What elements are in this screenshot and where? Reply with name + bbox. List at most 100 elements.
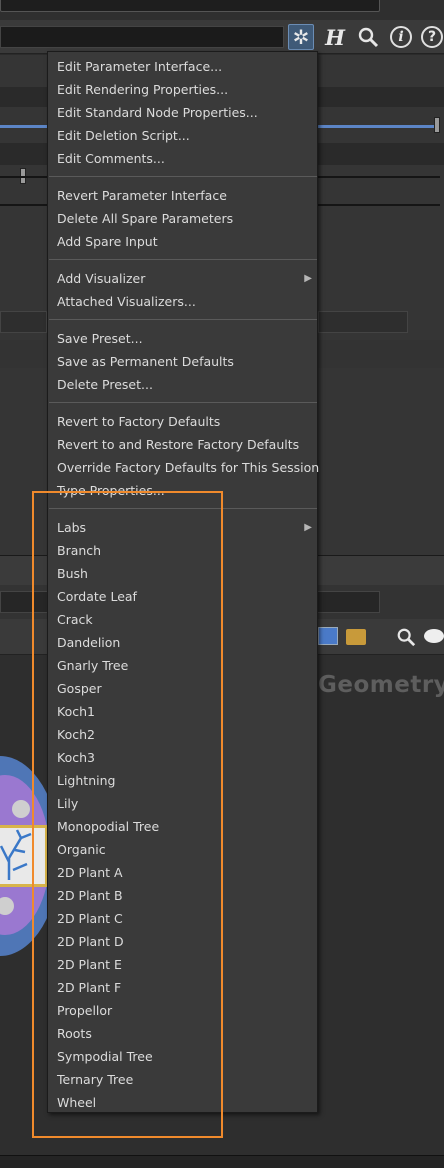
top-combo[interactable] <box>0 0 380 12</box>
menu-item-label: 2D Plant F <box>57 980 122 995</box>
menu-separator <box>49 319 317 320</box>
menu-item[interactable]: Edit Rendering Properties... <box>48 78 317 101</box>
menu-item-label: Add Visualizer <box>57 271 146 286</box>
menu-item[interactable]: Save Preset... <box>48 327 317 350</box>
preset-field[interactable] <box>0 311 47 333</box>
submenu-arrow-icon: ▶ <box>304 273 312 284</box>
submenu-arrow-icon: ▶ <box>304 522 312 533</box>
menu-item[interactable]: Attached Visualizers... <box>48 290 317 313</box>
menu-item-label: Branch <box>57 543 102 558</box>
box-icon[interactable] <box>346 629 366 645</box>
menu-item[interactable]: 2D Plant F <box>48 976 317 999</box>
menu-item[interactable]: 2D Plant B <box>48 884 317 907</box>
lsystem-node[interactable] <box>0 825 48 887</box>
menu-item[interactable]: Ternary Tree <box>48 1068 317 1091</box>
context-label: Geometry <box>318 672 444 698</box>
menu-item-label: Gnarly Tree <box>57 658 129 673</box>
menu-item[interactable]: Monopodial Tree <box>48 815 317 838</box>
menu-item[interactable]: Propellor <box>48 999 317 1022</box>
menu-item-label: Edit Deletion Script... <box>57 128 190 143</box>
menu-item-label: Edit Rendering Properties... <box>57 82 229 97</box>
menu-item[interactable]: Revert Parameter Interface <box>48 184 317 207</box>
menu-item-label: Gosper <box>57 681 102 696</box>
menu-item-label: 2D Plant A <box>57 865 123 880</box>
menu-item[interactable]: Edit Parameter Interface... <box>48 55 317 78</box>
menu-item[interactable]: Add Spare Input <box>48 230 317 253</box>
menu-item[interactable]: Edit Standard Node Properties... <box>48 101 317 124</box>
menu-item[interactable]: Crack <box>48 608 317 631</box>
menu-item-label: 2D Plant E <box>57 957 122 972</box>
menu-item-label: Type Properties... <box>57 483 165 498</box>
eye-icon[interactable] <box>424 629 444 643</box>
menu-item-label: Edit Comments... <box>57 151 165 166</box>
menu-item-label: Delete Preset... <box>57 377 153 392</box>
node-dot <box>12 800 30 818</box>
menu-item-label: Edit Parameter Interface... <box>57 59 223 74</box>
status-bar <box>0 1155 444 1168</box>
menu-item-label: Cordate Leaf <box>57 589 137 604</box>
menu-item[interactable]: 2D Plant A <box>48 861 317 884</box>
menu-item[interactable]: Edit Deletion Script... <box>48 124 317 147</box>
menu-item-label: Koch1 <box>57 704 95 719</box>
menu-item[interactable]: Wheel <box>48 1091 317 1114</box>
image-icon[interactable] <box>318 627 338 645</box>
menu-item[interactable]: Cordate Leaf <box>48 585 317 608</box>
menu-item-label: Attached Visualizers... <box>57 294 196 309</box>
menu-item-label: Dandelion <box>57 635 121 650</box>
menu-item[interactable]: Organic <box>48 838 317 861</box>
menu-item-label: Revert Parameter Interface <box>57 188 227 203</box>
menu-item[interactable]: Roots <box>48 1022 317 1045</box>
info-icon[interactable]: i <box>388 24 414 50</box>
slider-track-right[interactable] <box>318 125 436 128</box>
slider-line <box>318 204 440 206</box>
menu-item[interactable]: Delete Preset... <box>48 373 317 396</box>
preset-field[interactable] <box>318 311 408 333</box>
menu-item[interactable]: Labs ▶ <box>48 516 317 539</box>
menu-item[interactable]: Dandelion <box>48 631 317 654</box>
node-path-field[interactable] <box>0 26 284 48</box>
menu-item[interactable]: Lily <box>48 792 317 815</box>
menu-item-label: 2D Plant B <box>57 888 123 903</box>
gear-icon[interactable]: ✲ <box>288 24 314 50</box>
menu-item-label: Propellor <box>57 1003 113 1018</box>
help-icon[interactable]: ? <box>419 24 444 50</box>
menu-separator <box>49 402 317 403</box>
search-icon[interactable] <box>396 627 416 651</box>
menu-item-label: Lightning <box>57 773 116 788</box>
menu-item-label: Crack <box>57 612 93 627</box>
slider-handle[interactable] <box>434 117 440 133</box>
menu-item[interactable]: 2D Plant E <box>48 953 317 976</box>
slider-line <box>0 176 47 178</box>
menu-item[interactable]: Delete All Spare Parameters <box>48 207 317 230</box>
menu-separator <box>49 508 317 509</box>
menu-item-label: Bush <box>57 566 88 581</box>
menu-item-label: Lily <box>57 796 79 811</box>
help-h-icon[interactable]: H <box>322 24 348 50</box>
menu-item[interactable]: Gosper <box>48 677 317 700</box>
menu-item-label: Koch2 <box>57 727 95 742</box>
menu-item[interactable]: Add Visualizer ▶ <box>48 267 317 290</box>
menu-item[interactable]: Override Factory Defaults for This Sessi… <box>48 456 319 479</box>
menu-item[interactable]: Type Properties... <box>48 479 317 502</box>
menu-item[interactable]: Koch1 <box>48 700 317 723</box>
menu-item-label: 2D Plant D <box>57 934 124 949</box>
slider-line <box>318 176 440 178</box>
menu-item[interactable]: Revert to Factory Defaults <box>48 410 317 433</box>
menu-separator <box>49 176 317 177</box>
menu-item[interactable]: Lightning <box>48 769 317 792</box>
menu-item[interactable]: Sympodial Tree <box>48 1045 317 1068</box>
menu-item-label: Monopodial Tree <box>57 819 160 834</box>
menu-item[interactable]: Revert to and Restore Factory Defaults <box>48 433 317 456</box>
menu-item[interactable]: Branch <box>48 539 317 562</box>
menu-item[interactable]: Koch2 <box>48 723 317 746</box>
slider-track-left[interactable] <box>0 125 47 128</box>
menu-item[interactable]: Koch3 <box>48 746 317 769</box>
menu-item[interactable]: 2D Plant C <box>48 907 317 930</box>
menu-item[interactable]: 2D Plant D <box>48 930 317 953</box>
menu-item[interactable]: Gnarly Tree <box>48 654 317 677</box>
menu-item[interactable]: Edit Comments... <box>48 147 317 170</box>
menu-item-label: Add Spare Input <box>57 234 158 249</box>
search-icon[interactable] <box>355 24 381 50</box>
menu-item[interactable]: Save as Permanent Defaults <box>48 350 317 373</box>
menu-item[interactable]: Bush <box>48 562 317 585</box>
